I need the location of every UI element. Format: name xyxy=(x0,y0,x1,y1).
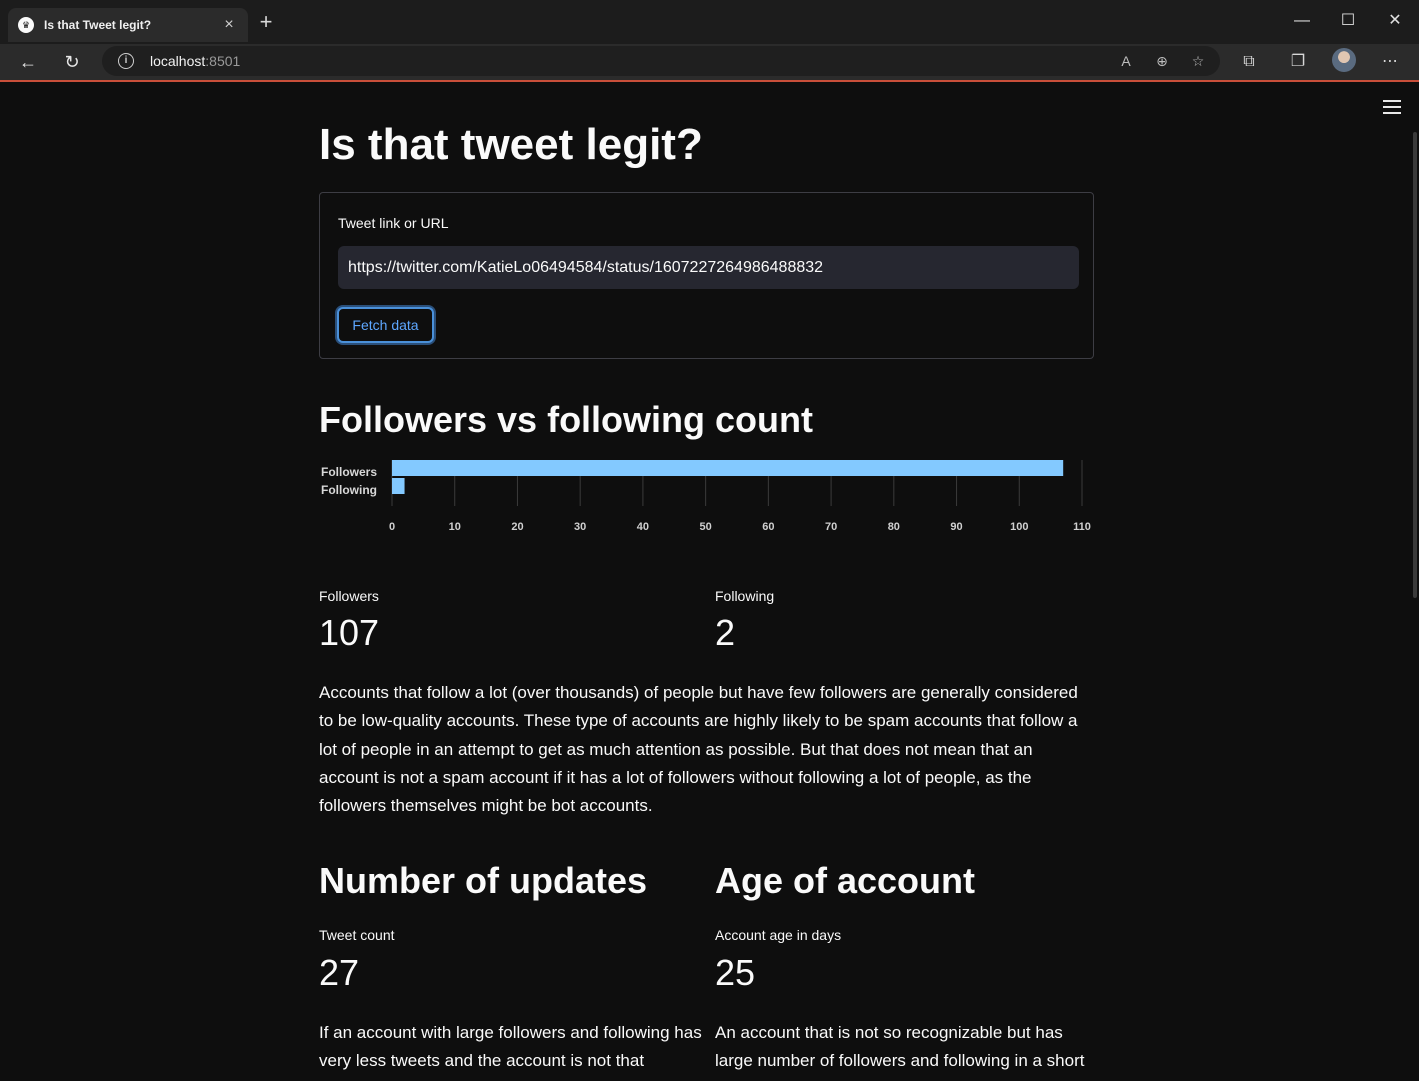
browser-tab[interactable]: ♛ Is that Tweet legit? × xyxy=(8,8,248,42)
tweet-count-label: Tweet count xyxy=(319,927,395,943)
tweet-count-value: 27 xyxy=(319,952,360,993)
crown-favicon-icon: ♛ xyxy=(18,17,34,33)
following-metric-label: Following xyxy=(715,588,775,604)
x-tick-label: 70 xyxy=(825,521,837,533)
updates-heading: Number of updates xyxy=(319,860,648,901)
hamburger-menu-icon[interactable] xyxy=(1383,100,1401,114)
y-category-label: Followers xyxy=(321,465,377,479)
x-tick-label: 20 xyxy=(511,521,523,533)
tab-strip: ♛ Is that Tweet legit? × + — ☐ ✕ xyxy=(0,0,1419,44)
bar-following[interactable] xyxy=(392,478,405,494)
browser-chrome: ♛ Is that Tweet legit? × + — ☐ ✕ ← ↻ i l… xyxy=(0,0,1419,82)
site-info-icon[interactable]: i xyxy=(118,53,134,69)
followers-following-bar-chart: 0 10 20 30 40 50 60 70 80 90 100 110 Followers Follow… xyxy=(321,460,1091,533)
tweet-url-input[interactable] xyxy=(338,246,1079,289)
page-scrollbar[interactable] xyxy=(1413,132,1417,598)
app-page: Is that tweet legit? Tweet link or URL F… xyxy=(0,82,1419,1081)
x-tick-label: 10 xyxy=(449,521,461,533)
x-tick-label: 50 xyxy=(700,521,712,533)
page-title: Is that tweet legit? xyxy=(319,120,703,169)
x-tick-label: 30 xyxy=(574,521,586,533)
new-tab-button[interactable]: + xyxy=(255,11,277,34)
x-tick-label: 100 xyxy=(1010,521,1028,533)
account-age-value: 25 xyxy=(715,952,756,993)
x-tick-label: 0 xyxy=(389,521,395,533)
x-tick-label: 60 xyxy=(762,521,774,533)
address-bar[interactable]: i localhost:8501 A ⊕ ☆ xyxy=(102,46,1220,76)
tweet-url-label: Tweet link or URL xyxy=(338,215,449,231)
x-tick-label: 40 xyxy=(637,521,649,533)
maximize-icon[interactable]: ☐ xyxy=(1336,10,1360,32)
close-window-icon[interactable]: ✕ xyxy=(1383,10,1407,32)
extensions-icon[interactable]: ⧉ xyxy=(1237,50,1261,74)
age-heading: Age of account xyxy=(715,860,976,901)
collections-icon[interactable]: ❐ xyxy=(1286,50,1310,74)
followers-description: Accounts that follow a lot (over thousan… xyxy=(319,683,1078,816)
url-host: localhost xyxy=(150,53,206,69)
followers-metric-label: Followers xyxy=(319,588,379,604)
account-age-label: Account age in days xyxy=(715,927,842,943)
browser-toolbar: ← ↻ i localhost:8501 A ⊕ ☆ ⧉ ❐ ⋯ xyxy=(0,44,1419,80)
y-category-label: Following xyxy=(321,483,377,497)
age-description: An account that is not so recognizable b… xyxy=(715,1023,1085,1081)
profile-avatar[interactable] xyxy=(1332,48,1356,72)
x-tick-label: 90 xyxy=(950,521,962,533)
more-menu-icon[interactable]: ⋯ xyxy=(1378,50,1402,74)
x-tick-label: 80 xyxy=(888,521,900,533)
tweet-form: Tweet link or URL Fetch data xyxy=(319,192,1094,359)
tab-title: Is that Tweet legit? xyxy=(44,18,152,32)
read-aloud-icon[interactable]: A xyxy=(1116,51,1136,71)
url-port: :8501 xyxy=(205,53,241,69)
minimize-icon[interactable]: — xyxy=(1290,10,1314,32)
back-arrow-icon[interactable]: ← xyxy=(14,48,42,76)
followers-heading: Followers vs following count xyxy=(319,399,814,440)
favorite-star-icon[interactable]: ☆ xyxy=(1188,51,1208,71)
bar-followers[interactable] xyxy=(392,460,1064,476)
fetch-data-button[interactable]: Fetch data xyxy=(337,307,434,343)
zoom-icon[interactable]: ⊕ xyxy=(1152,51,1172,71)
reload-icon[interactable]: ↻ xyxy=(58,48,86,76)
following-metric-value: 2 xyxy=(715,612,736,653)
followers-metric-value: 107 xyxy=(319,612,380,653)
updates-description: If an account with large followers and f… xyxy=(319,1023,702,1071)
tab-close-icon[interactable]: × xyxy=(220,16,238,34)
x-tick-label: 110 xyxy=(1073,521,1091,533)
